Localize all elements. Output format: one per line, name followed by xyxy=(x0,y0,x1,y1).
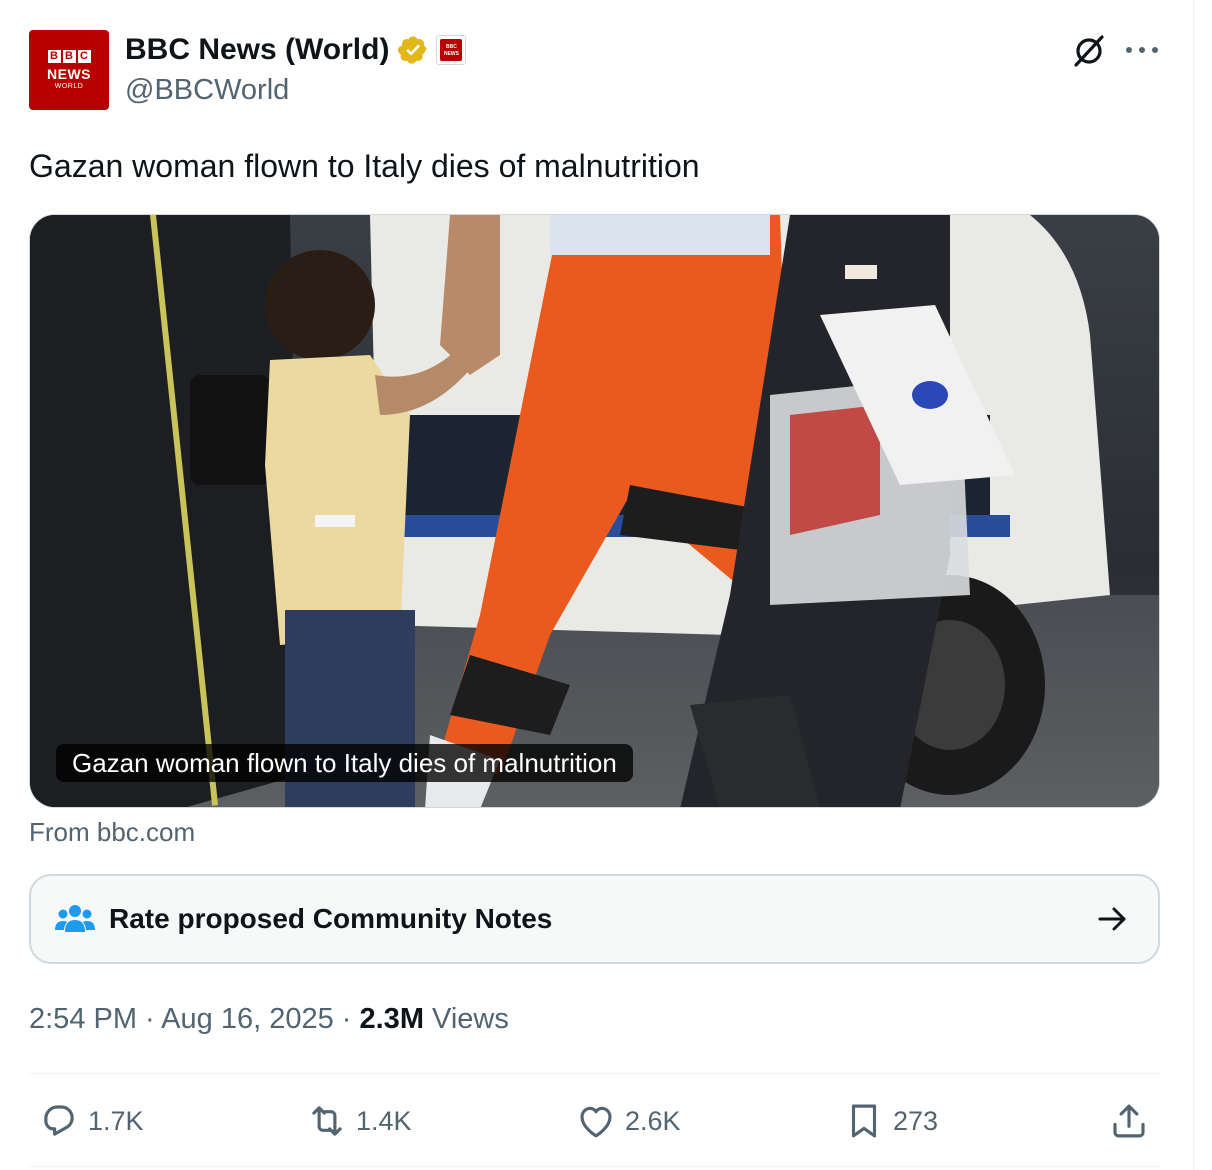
verified-gold-badge-icon[interactable] xyxy=(397,34,429,66)
affiliate-badge-logo: BBC NEWS xyxy=(440,39,463,61)
share-icon xyxy=(1113,1104,1145,1138)
bbc-logo-blocks: B B C xyxy=(47,49,91,63)
author-handle[interactable]: @BBCWorld xyxy=(125,72,289,108)
bookmark-count: 273 xyxy=(893,1105,939,1136)
repost-button[interactable]: 1.4K xyxy=(306,1098,412,1144)
views-count[interactable]: 2.3M xyxy=(360,1003,424,1035)
bbc-block: B xyxy=(62,49,76,63)
affiliate-badge-line1: BBC xyxy=(446,44,457,50)
bookmark-button[interactable]: 273 xyxy=(843,1098,938,1144)
repost-count: 1.4K xyxy=(356,1105,412,1136)
community-notes-label: Rate proposed Community Notes xyxy=(109,903,553,934)
reply-count: 1.7K xyxy=(88,1105,144,1136)
bbc-block: B xyxy=(47,49,61,63)
author-name-row: BBC News (World) BBC NEWS xyxy=(125,32,467,68)
author-avatar[interactable]: B B C NEWS WORLD xyxy=(29,30,109,110)
reply-icon xyxy=(44,1105,74,1136)
like-count: 2.6K xyxy=(625,1105,681,1136)
repost-icon xyxy=(312,1106,342,1136)
grok-icon[interactable] xyxy=(1070,32,1108,70)
avatar-news-text: NEWS xyxy=(47,65,91,82)
meta-separator: · xyxy=(137,1003,162,1035)
tweet-date[interactable]: Aug 16, 2025 xyxy=(161,1003,334,1035)
like-button[interactable]: 2.6K xyxy=(575,1098,681,1144)
author-display-name[interactable]: BBC News (World) xyxy=(125,32,389,68)
rate-community-notes-button[interactable]: Rate proposed Community Notes xyxy=(29,874,1160,964)
tweet-time[interactable]: 2:54 PM xyxy=(29,1003,137,1035)
link-card-image[interactable]: Gazan woman flown to Italy dies of malnu… xyxy=(29,214,1160,808)
card-caption: Gazan woman flown to Italy dies of malnu… xyxy=(56,744,633,782)
community-notes-icon xyxy=(55,905,95,932)
affiliate-badge-line2: NEWS xyxy=(443,51,459,57)
divider xyxy=(29,1166,1160,1167)
views-label: Views xyxy=(423,1003,509,1035)
arrow-right-icon xyxy=(1098,907,1126,931)
avatar-world-text: WORLD xyxy=(54,82,84,90)
news-photo xyxy=(30,215,1159,807)
bbc-block: C xyxy=(77,49,91,63)
heart-icon xyxy=(580,1106,612,1138)
reply-button[interactable]: 1.7K xyxy=(38,1098,144,1144)
tweet-text: Gazan woman flown to Italy dies of malnu… xyxy=(29,148,700,184)
timeline-border xyxy=(1193,0,1194,1170)
card-source[interactable]: From bbc.com xyxy=(29,815,195,849)
share-button[interactable] xyxy=(1108,1098,1158,1144)
divider xyxy=(29,1073,1160,1074)
more-icon[interactable] xyxy=(1124,38,1160,62)
bookmark-icon xyxy=(851,1104,877,1138)
meta-separator: · xyxy=(333,1003,360,1035)
affiliate-badge[interactable]: BBC NEWS xyxy=(436,35,467,65)
tweet-meta: 2:54 PM · Aug 16, 2025 · 2.3M Views xyxy=(29,1000,509,1038)
